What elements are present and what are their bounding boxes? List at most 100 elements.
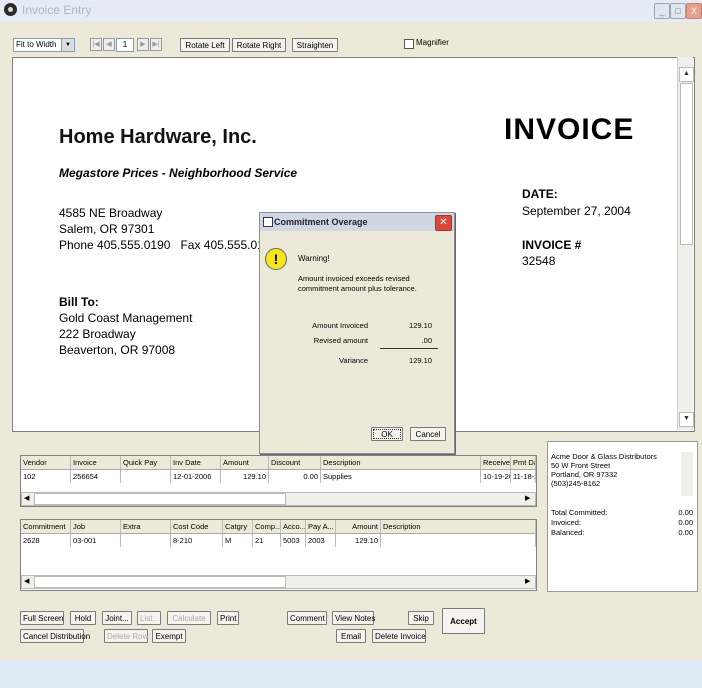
scroll-left-icon[interactable]: ◀ (24, 577, 29, 585)
cell-amount[interactable]: 129.10 (221, 470, 269, 483)
scroll-down-icon[interactable]: ▼ (679, 412, 694, 427)
last-page-icon[interactable]: ▶| (150, 38, 162, 51)
scroll-thumb[interactable] (680, 83, 693, 245)
first-page-icon[interactable]: |◀ (90, 38, 102, 51)
col-inv-date[interactable]: Inv Date (171, 456, 221, 469)
col-cost-code[interactable]: Cost Code (171, 520, 223, 533)
vendor-name: Acme Door & Glass Distributors (551, 452, 657, 461)
cell-vendor[interactable]: 102 (21, 470, 71, 483)
calculate-button[interactable]: Calculate (167, 611, 211, 625)
vendor-info-scrollbar[interactable] (681, 452, 693, 496)
exempt-button[interactable]: Exempt (152, 629, 186, 643)
joint-button[interactable]: Joint... (102, 611, 132, 625)
col-company[interactable]: Comp... (253, 520, 281, 533)
cell-category[interactable]: M (223, 534, 253, 547)
cell-description[interactable]: Supplies (321, 470, 481, 483)
warning-text: Warning! (298, 254, 330, 263)
cell-cost-code[interactable]: 8-210 (171, 534, 223, 547)
col-pay-account[interactable]: Pay A... (306, 520, 336, 533)
col-amount[interactable]: Amount (221, 456, 269, 469)
title-bar: Invoice Entry _ □ X (0, 0, 702, 22)
commitment-grid[interactable]: Commitment Job Extra Cost Code Catgry Co… (20, 519, 537, 591)
vendor-phone: (503)245-8162 (551, 479, 601, 488)
cell-pay-account[interactable]: 2003 (306, 534, 336, 547)
col-invoice[interactable]: Invoice (71, 456, 121, 469)
hscroll-thumb[interactable] (34, 493, 286, 505)
prev-page-icon[interactable]: ◀ (103, 38, 115, 51)
invoice-grid[interactable]: Vendor Invoice Quick Pay Inv Date Amount… (20, 455, 537, 507)
comment-button[interactable]: Comment (287, 611, 327, 625)
bill-to-line-1: Gold Coast Management (59, 311, 193, 325)
total-committed-label: Total Committed: (551, 508, 608, 517)
col-account[interactable]: Acco... (281, 520, 306, 533)
company-address-2: Salem, OR 97301 (59, 222, 155, 236)
cell-description[interactable] (381, 534, 536, 547)
cell-invoice[interactable]: 256654 (71, 470, 121, 483)
date-value: September 27, 2004 (522, 204, 631, 218)
delete-row-button[interactable]: Delete Row (104, 629, 148, 643)
scroll-right-icon[interactable]: ▶ (525, 577, 530, 585)
cell-quick-pay[interactable] (121, 470, 171, 483)
table-row[interactable]: 2628 03-001 8-210 M 21 5003 2003 129.10 (21, 534, 536, 547)
hold-button[interactable]: Hold (70, 611, 96, 625)
scroll-right-icon[interactable]: ▶ (525, 494, 530, 502)
list-button[interactable]: List... (137, 611, 161, 625)
cell-company[interactable]: 21 (253, 534, 281, 547)
col-job[interactable]: Job (71, 520, 121, 533)
magnifier-checkbox[interactable] (404, 39, 414, 49)
zoom-select[interactable]: Fit to Width ▼ (13, 38, 75, 52)
close-button[interactable]: X (686, 3, 702, 19)
rotate-left-button[interactable]: Rotate Left (180, 38, 230, 52)
ok-button[interactable]: OK (371, 427, 403, 441)
dialog-app-icon (263, 217, 273, 227)
page-number-input[interactable]: 1 (116, 38, 134, 52)
dialog-cancel-button[interactable]: Cancel (410, 427, 446, 441)
view-notes-button[interactable]: View Notes (332, 611, 375, 625)
col-category[interactable]: Catgry (223, 520, 253, 533)
skip-button[interactable]: Skip (408, 611, 434, 625)
scroll-up-icon[interactable]: ▲ (679, 67, 694, 82)
rotate-right-button[interactable]: Rotate Right (232, 38, 286, 52)
cancel-distribution-button[interactable]: Cancel Distribution (20, 629, 90, 643)
col-quick-pay[interactable]: Quick Pay (121, 456, 171, 469)
zoom-select-value: Fit to Width (16, 40, 57, 49)
minimize-button[interactable]: _ (654, 3, 670, 19)
col-vendor[interactable]: Vendor (21, 456, 71, 469)
maximize-button[interactable]: □ (670, 3, 686, 19)
print-button[interactable]: Print (217, 611, 239, 625)
col-discount[interactable]: Discount (269, 456, 321, 469)
commitment-grid-hscroll[interactable]: ◀ ▶ (21, 575, 536, 589)
cell-account[interactable]: 5003 (281, 534, 306, 547)
cell-commitment[interactable]: 2628 (21, 534, 71, 547)
cell-extra[interactable] (121, 534, 171, 547)
company-slogan: Megastore Prices - Neighborhood Service (59, 166, 298, 180)
email-button[interactable]: Email (336, 629, 366, 643)
col-received[interactable]: Received (481, 456, 511, 469)
cell-job[interactable]: 03-001 (71, 534, 121, 547)
cell-discount[interactable]: 0.00 (269, 470, 321, 483)
col-commitment[interactable]: Commitment (21, 520, 71, 533)
cell-amount[interactable]: 129.10 (336, 534, 381, 547)
invoice-grid-hscroll[interactable]: ◀ ▶ (21, 492, 536, 506)
col-description[interactable]: Description (381, 520, 536, 533)
cell-inv-date[interactable]: 12-01-2006 (171, 470, 221, 483)
scroll-left-icon[interactable]: ◀ (24, 494, 29, 502)
next-page-icon[interactable]: ▶ (137, 38, 149, 51)
cell-received[interactable]: 10-19-2004 (481, 470, 511, 483)
company-name: Home Hardware, Inc. (59, 126, 257, 148)
col-pmt-date[interactable]: Pmt Dat (511, 456, 536, 469)
invoice-number-value: 32548 (522, 254, 556, 268)
col-description[interactable]: Description (321, 456, 481, 469)
sum-divider (380, 348, 438, 349)
hscroll-thumb[interactable] (34, 576, 286, 588)
table-row[interactable]: 102 256654 12-01-2006 129.10 0.00 Suppli… (21, 470, 536, 483)
accept-button[interactable]: Accept (442, 608, 485, 634)
delete-invoice-button[interactable]: Delete Invoice (372, 629, 426, 643)
col-extra[interactable]: Extra (121, 520, 171, 533)
cell-pmt-date[interactable]: 11-18-2 (511, 470, 536, 483)
dialog-close-button[interactable]: ✕ (435, 215, 452, 231)
document-scrollbar[interactable]: ▲ ▼ (677, 57, 694, 430)
straighten-button[interactable]: Straighten (292, 38, 338, 52)
col-amount[interactable]: Amount (336, 520, 381, 533)
full-screen-button[interactable]: Full Screen (20, 611, 64, 625)
